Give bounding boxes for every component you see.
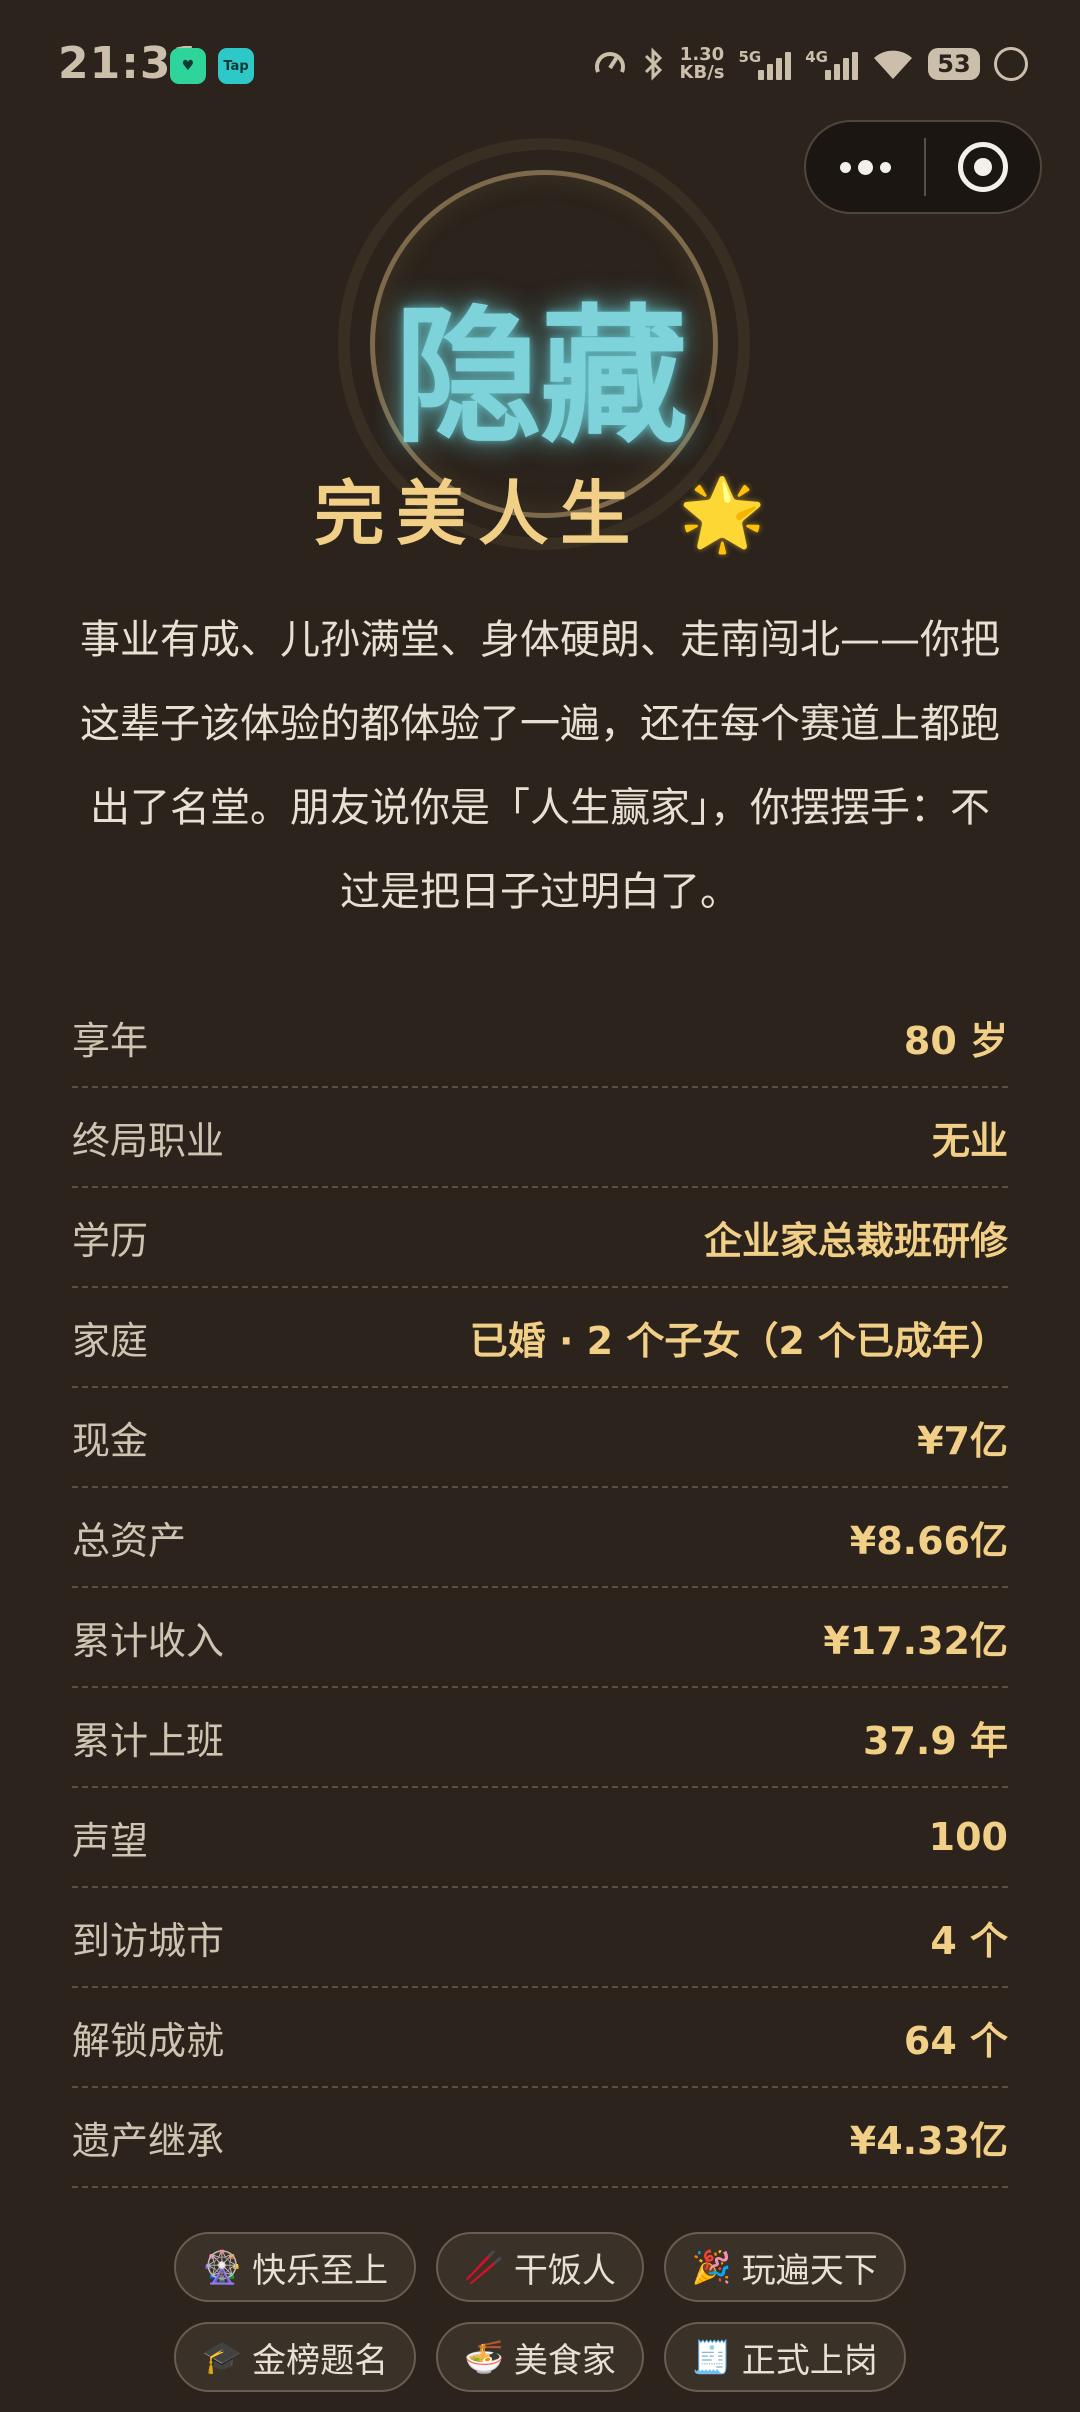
tag-chip[interactable]: 🎉 玩遍天下: [663, 2232, 906, 2302]
life-stats-list: 享年 80 岁 终局职业 无业 学历 企业家总裁班研修 家庭 已婚 · 2 个子女（2 …: [72, 988, 1008, 2188]
more-dot-icon: [879, 161, 891, 173]
battery-icon: 53: [928, 48, 980, 80]
stat-value: 80 岁: [903, 1018, 1008, 1063]
signal-5g-icon: 5G: [739, 48, 792, 80]
stat-label: 累计上班: [72, 1718, 225, 1763]
receipt-icon: 🧾: [691, 2338, 732, 2376]
stat-label: 声望: [72, 1818, 149, 1863]
stat-row: 享年 80 岁: [72, 988, 1008, 1088]
ending-title-text: 完美人生: [314, 473, 643, 555]
stat-row: 累计收入 ¥17.32亿: [72, 1588, 1008, 1688]
tag-label: 玩遍天下: [741, 2250, 878, 2291]
stat-label: 现金: [72, 1418, 149, 1463]
stat-row: 终局职业 无业: [72, 1088, 1008, 1188]
stat-value: 37.9 年: [863, 1718, 1008, 1763]
status-icons: 1.30 KB/s 5G 4G 53: [592, 46, 1028, 82]
stat-value: 64 个: [903, 2018, 1008, 2063]
noodle-bowl-icon: 🍜: [464, 2338, 504, 2376]
taptap-notification-icon: Tap: [218, 48, 254, 84]
stat-value: ¥7亿: [917, 1418, 1008, 1463]
stat-row: 学历 企业家总裁班研修: [72, 1188, 1008, 1288]
star-icon: 🌟: [678, 473, 766, 555]
stat-label: 到访城市: [72, 1918, 225, 1963]
more-dot-icon: [857, 159, 873, 175]
graduation-cap-icon: 🎓: [202, 2338, 243, 2376]
stat-label: 累计收入: [72, 1618, 225, 1663]
more-dot-icon: [839, 161, 851, 173]
stat-label: 享年: [72, 1018, 149, 1063]
chopsticks-icon: 🥢: [464, 2248, 504, 2286]
stat-row: 解锁成就 64 个: [72, 1988, 1008, 2088]
stat-value: 无业: [931, 1118, 1008, 1163]
tag-label: 快乐至上: [252, 2250, 389, 2291]
more-options-button[interactable]: [806, 122, 924, 212]
close-miniprogram-button[interactable]: [926, 122, 1040, 212]
stat-label: 解锁成就: [72, 2018, 225, 2063]
ending-title: 完美人生 🌟: [0, 458, 1080, 559]
round-status-icon: [994, 47, 1028, 81]
tag-chip[interactable]: 🎡 快乐至上: [174, 2232, 417, 2302]
stat-value: ¥17.32亿: [823, 1618, 1008, 1663]
stat-value: 已婚 · 2 个子女（2 个已成年）: [469, 1318, 1008, 1363]
wifi-icon: [874, 50, 912, 79]
tag-label: 美食家: [513, 2340, 616, 2381]
stat-row: 声望 100: [72, 1788, 1008, 1888]
speedometer-icon: [594, 52, 625, 73]
stat-label: 遗产继承: [72, 2118, 225, 2163]
stat-row: 到访城市 4 个: [72, 1888, 1008, 1988]
stat-row: 家庭 已婚 · 2 个子女（2 个已成年）: [72, 1288, 1008, 1388]
stat-label: 学历: [72, 1218, 149, 1263]
tag-chip[interactable]: 🧾 正式上岗: [663, 2322, 906, 2392]
stat-row: 总资产 ¥8.66亿: [72, 1488, 1008, 1588]
net-speed: 1.30 KB/s: [679, 44, 725, 83]
signal-4g-icon: 4G: [805, 48, 858, 80]
app-notification-icon: ♥: [170, 48, 206, 84]
ending-rarity-label: 隐藏: [394, 291, 688, 463]
achievement-tags: 🎡 快乐至上 🥢 干饭人 🎉 玩遍天下 🎓 金榜题名 🍜 美食家 🧾 正式上岗: [0, 2232, 1080, 2412]
tag-label: 金榜题名: [252, 2340, 389, 2381]
target-icon: [958, 142, 1008, 192]
stat-value: 企业家总裁班研修: [703, 1218, 1008, 1263]
tag-chip[interactable]: 🎓 金榜题名: [174, 2322, 417, 2392]
tag-chip[interactable]: 🥢 干饭人: [436, 2232, 644, 2302]
ending-description: 事业有成、儿孙满堂、身体硬朗、走南闯北——你把这辈子该体验的都体验了一遍，还在每…: [80, 617, 1000, 915]
stat-row: 遗产继承 ¥4.33亿: [72, 2088, 1008, 2188]
stat-value: ¥4.33亿: [849, 2118, 1008, 2163]
bluetooth-icon: [644, 47, 662, 81]
tag-label: 干饭人: [513, 2250, 616, 2291]
stat-value: ¥8.66亿: [849, 1518, 1008, 1563]
ferris-wheel-icon: 🎡: [202, 2248, 243, 2286]
stat-row: 现金 ¥7亿: [72, 1388, 1008, 1488]
status-bar: 21:31 ♥ Tap 1.30 KB/s 5G 4G 53: [0, 0, 1080, 136]
stat-label: 家庭: [72, 1318, 149, 1363]
tag-label: 正式上岗: [741, 2340, 878, 2381]
stat-label: 终局职业: [72, 1118, 225, 1163]
stat-value: 4 个: [930, 1918, 1008, 1963]
miniprogram-capsule: [804, 120, 1042, 214]
stat-row: 累计上班 37.9 年: [72, 1688, 1008, 1788]
tag-chip[interactable]: 🍜 美食家: [436, 2322, 644, 2392]
party-popper-icon: 🎉: [691, 2248, 732, 2286]
stat-label: 总资产: [72, 1518, 187, 1563]
stat-value: 100: [928, 1815, 1008, 1859]
